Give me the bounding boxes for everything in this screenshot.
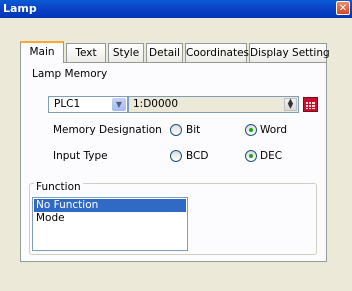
function-label: Function (34, 181, 83, 193)
spin-arrows-icon[interactable]: ▲ ▼ (284, 98, 297, 111)
radio-word[interactable] (245, 124, 257, 136)
radio-bit[interactable] (170, 124, 182, 136)
calculator-button[interactable] (303, 97, 318, 112)
radio-dec-label: DEC (260, 150, 283, 162)
radio-selected-dot (249, 128, 253, 132)
radio-dec[interactable] (245, 150, 257, 162)
tab-main[interactable]: Main (20, 41, 64, 63)
radio-selected-dot (249, 154, 253, 158)
lamp-memory-label: Lamp Memory (32, 68, 108, 80)
tab-style[interactable]: Style (108, 43, 144, 62)
close-icon: ✕ (338, 3, 348, 14)
title-bar: Lamp ✕ (0, 0, 352, 18)
calculator-icon (306, 102, 315, 109)
tab-display-setting[interactable]: Display Setting (249, 43, 330, 62)
address-field[interactable]: 1:D0000 ▲ ▼ (128, 96, 299, 113)
list-item[interactable]: Mode (34, 212, 65, 225)
chevron-down-icon[interactable]: ▼ (112, 98, 126, 111)
tab-detail[interactable]: Detail (146, 43, 183, 62)
radio-bcd[interactable] (170, 150, 182, 162)
window-title: Lamp (3, 2, 37, 15)
tab-coordinates[interactable]: Coordinates (185, 43, 249, 62)
radio-word-label: Word (260, 124, 287, 136)
address-value: 1:D0000 (133, 98, 179, 110)
radio-bit-label: Bit (186, 124, 201, 136)
close-button[interactable]: ✕ (336, 1, 350, 15)
input-type-label: Input Type (53, 150, 108, 162)
radio-bcd-label: BCD (186, 150, 209, 162)
list-item[interactable]: No Function (34, 199, 186, 212)
memory-designation-label: Memory Designation (53, 124, 162, 136)
plc-select-value: PLC1 (54, 98, 81, 110)
function-list[interactable]: No Function Mode (32, 197, 188, 251)
tab-text[interactable]: Text (66, 43, 106, 62)
plc-select[interactable]: PLC1 ▼ (48, 96, 128, 113)
